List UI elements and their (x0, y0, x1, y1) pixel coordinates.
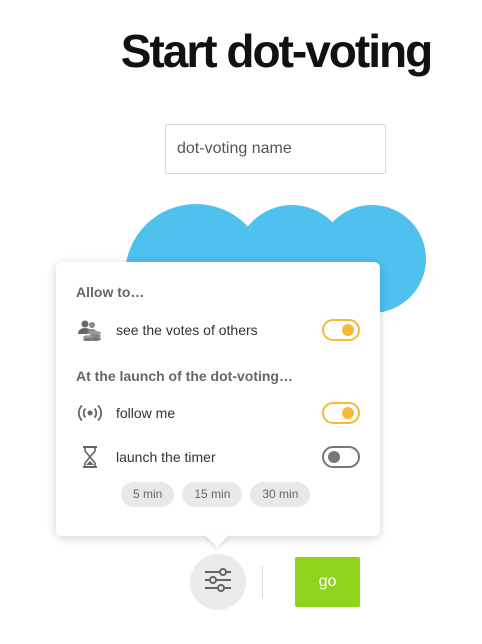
popover-arrow (205, 535, 229, 547)
page-title: Start dot-voting (120, 25, 433, 77)
toggle-knob (342, 407, 354, 419)
users-coins-icon (76, 317, 104, 343)
option-row-launch-timer: launch the timer (76, 444, 360, 470)
launch-section-title: At the launch of the dot-voting… (76, 368, 293, 384)
timer-options: 5 min 15 min 30 min (121, 482, 311, 507)
toggle-knob (328, 451, 340, 463)
timer-option-15[interactable]: 15 min (182, 482, 243, 507)
sliders-icon (204, 567, 232, 597)
option-label-follow-me: follow me (116, 405, 176, 421)
broadcast-icon (76, 400, 104, 426)
timer-option-30[interactable]: 30 min (250, 482, 311, 507)
dot-voting-name-input[interactable] (165, 124, 386, 174)
option-row-see-votes: see the votes of others (76, 317, 360, 343)
settings-button[interactable] (190, 554, 246, 610)
toggle-see-votes[interactable] (322, 319, 360, 341)
toggle-knob (342, 324, 354, 336)
toggle-launch-timer[interactable] (322, 446, 360, 468)
option-row-follow-me: follow me (76, 400, 360, 426)
settings-popover: Allow to… see the votes of others At the… (56, 262, 380, 536)
option-label-launch-timer: launch the timer (116, 449, 216, 465)
allow-section-title: Allow to… (76, 284, 145, 300)
go-button[interactable]: go (295, 557, 360, 607)
divider (262, 566, 263, 598)
timer-option-5[interactable]: 5 min (121, 482, 175, 507)
hourglass-icon (76, 444, 104, 470)
toggle-follow-me[interactable] (322, 402, 360, 424)
option-label-see-votes: see the votes of others (116, 322, 258, 338)
